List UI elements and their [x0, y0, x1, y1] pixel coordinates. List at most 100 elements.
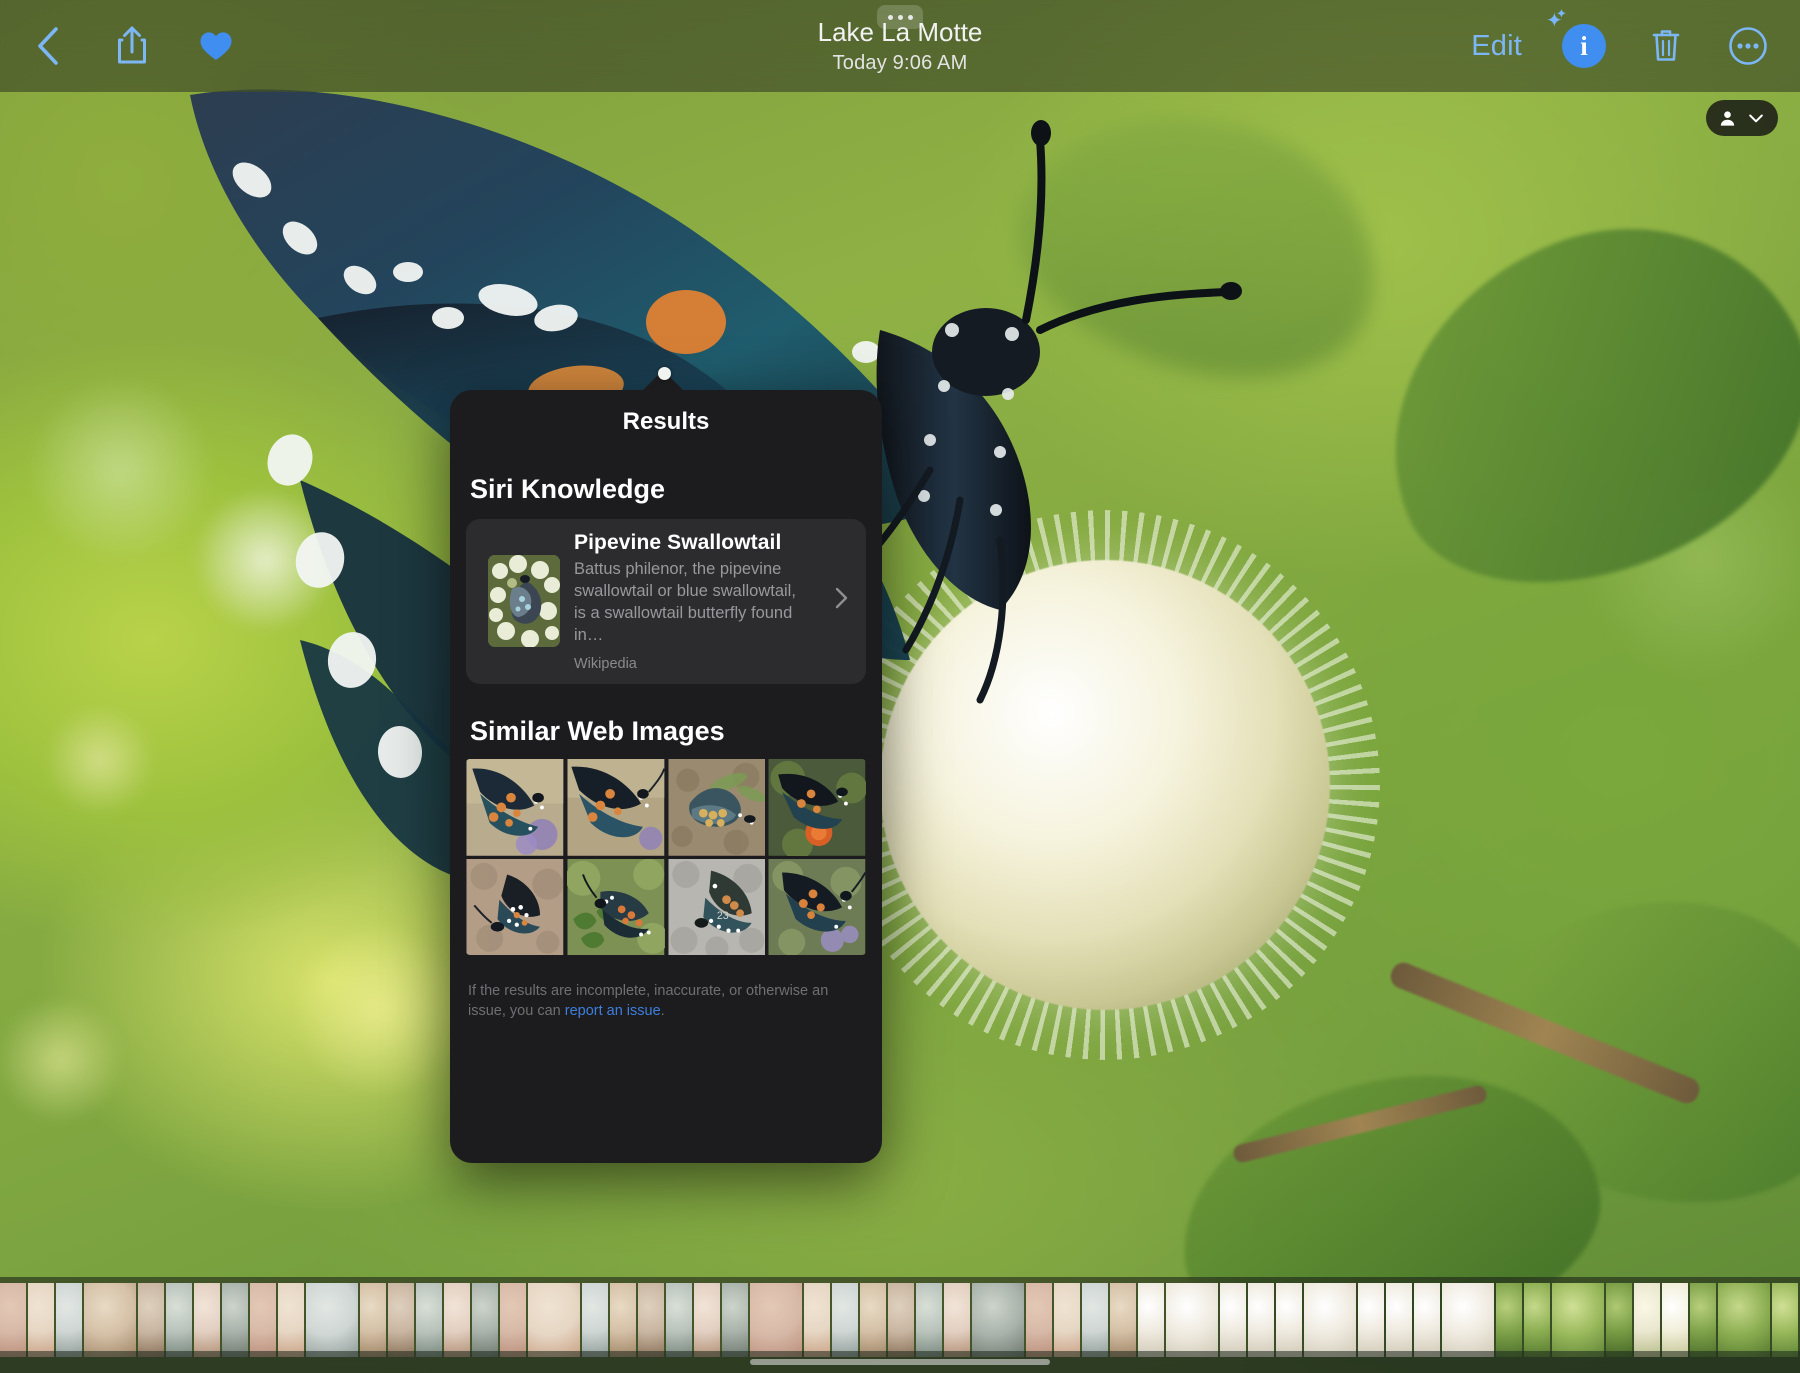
- sparkle-icon: ✦: [1556, 7, 1567, 20]
- filmstrip-thumbnail[interactable]: [250, 1283, 276, 1357]
- siri-knowledge-card[interactable]: Pipevine Swallowtail Battus philenor, th…: [466, 519, 866, 684]
- filmstrip-thumbnail[interactable]: [944, 1283, 970, 1357]
- knowledge-description: Battus philenor, the pipevine swallowtai…: [574, 559, 812, 647]
- butterfly-on-orange-flower: [768, 759, 866, 856]
- filmstrip-thumbnail[interactable]: [860, 1283, 886, 1357]
- visual-lookup-info-button[interactable]: ✦ ✦ i: [1558, 20, 1610, 72]
- disclaimer-text-after: .: [661, 1003, 665, 1019]
- siri-knowledge-text: Pipevine Swallowtail Battus philenor, th…: [574, 531, 817, 672]
- filmstrip-thumbnail[interactable]: [1662, 1283, 1688, 1357]
- filmstrip-thumbnail[interactable]: [1220, 1283, 1246, 1357]
- filmstrip-thumbnail[interactable]: [1552, 1283, 1604, 1357]
- similar-image-thumbnail[interactable]: [466, 859, 564, 956]
- filmstrip-thumbnail[interactable]: [1414, 1283, 1440, 1357]
- filmstrip-thumbnail[interactable]: [1276, 1283, 1302, 1357]
- report-an-issue-link[interactable]: report an issue: [565, 1003, 661, 1019]
- similar-image-thumbnail[interactable]: [668, 759, 766, 856]
- more-options-button[interactable]: [1722, 20, 1774, 72]
- filmstrip-thumbnail[interactable]: [1634, 1283, 1660, 1357]
- filmstrip-thumbnail[interactable]: [306, 1283, 358, 1357]
- window-drag-handle[interactable]: [877, 5, 923, 29]
- filmstrip-thumbnail[interactable]: [84, 1283, 136, 1357]
- similar-image-thumbnail[interactable]: [768, 859, 866, 956]
- similar-image-thumbnail[interactable]: [567, 759, 665, 856]
- filmstrip-thumbnail[interactable]: [138, 1283, 164, 1357]
- filmstrip-thumbnail[interactable]: [416, 1283, 442, 1357]
- filmstrip-thumbnail[interactable]: [1386, 1283, 1412, 1357]
- photo-datetime: Today 9:06 AM: [818, 52, 983, 76]
- similar-image-thumbnail[interactable]: [768, 759, 866, 856]
- filmstrip-thumbnail[interactable]: [444, 1283, 470, 1357]
- chevron-right-icon[interactable]: [831, 587, 858, 616]
- filmstrip-thumbnail[interactable]: [638, 1283, 664, 1357]
- filmstrip-thumbnail[interactable]: [1248, 1283, 1274, 1357]
- filmstrip-thumbnail[interactable]: [166, 1283, 192, 1357]
- similar-image-thumbnail[interactable]: 23: [668, 859, 766, 956]
- results-disclaimer: If the results are incomplete, inaccurat…: [468, 981, 838, 1021]
- toolbar-right-group: Edit ✦ ✦ i: [1465, 20, 1800, 72]
- filmstrip-thumbnail[interactable]: [472, 1283, 498, 1357]
- filmstrip-thumbnail[interactable]: [582, 1283, 608, 1357]
- delete-button[interactable]: [1640, 20, 1692, 72]
- filmstrip-thumbnail[interactable]: [1606, 1283, 1632, 1357]
- favorite-button[interactable]: [190, 20, 242, 72]
- heart-icon: [199, 30, 233, 62]
- visual-lookup-results-panel: Results Siri Knowledge: [450, 390, 882, 1163]
- filmstrip-thumbnail[interactable]: [528, 1283, 580, 1357]
- filmstrip-thumbnail[interactable]: [1524, 1283, 1550, 1357]
- similar-image-thumbnail[interactable]: [466, 759, 564, 856]
- filmstrip-thumbnail[interactable]: [1054, 1283, 1080, 1357]
- filmstrip-thumbnail[interactable]: [1772, 1283, 1798, 1357]
- filmstrip-thumbnail[interactable]: [694, 1283, 720, 1357]
- filmstrip-thumbnail[interactable]: [750, 1283, 802, 1357]
- info-badge: i: [1562, 24, 1606, 68]
- share-icon: [115, 25, 149, 67]
- filmstrip-thumbnail[interactable]: [0, 1283, 26, 1357]
- filmstrip-thumbnail[interactable]: [1026, 1283, 1052, 1357]
- filmstrip-thumbnail[interactable]: [360, 1283, 386, 1357]
- filmstrip-thumbnail[interactable]: [972, 1283, 1024, 1357]
- filmstrip-thumbnail[interactable]: [1138, 1283, 1164, 1357]
- photos-viewer-screen: Lake La Motte Today 9:06 AM Edit ✦ ✦ i: [0, 0, 1800, 1373]
- filmstrip-thumbnail[interactable]: [722, 1283, 748, 1357]
- filmstrip-thumbnail[interactable]: [1442, 1283, 1494, 1357]
- knowledge-title: Pipevine Swallowtail: [574, 531, 817, 555]
- trash-icon: [1651, 27, 1681, 65]
- butterfly-on-purple-flower: [466, 759, 564, 856]
- filmstrip-thumbnail[interactable]: [1358, 1283, 1384, 1357]
- filmstrip-thumbnail[interactable]: [1690, 1283, 1716, 1357]
- filmstrip-thumbnail[interactable]: [388, 1283, 414, 1357]
- back-button[interactable]: [22, 20, 74, 72]
- filmstrip-thumbnail[interactable]: [56, 1283, 82, 1357]
- drag-dot: [898, 15, 903, 20]
- share-button[interactable]: [106, 20, 158, 72]
- filmstrip-thumbnail[interactable]: [888, 1283, 914, 1357]
- butterfly-on-green-leaves: [567, 859, 665, 956]
- filmstrip-thumbnail[interactable]: [916, 1283, 942, 1357]
- filmstrip-thumbnail[interactable]: [1110, 1283, 1136, 1357]
- siri-knowledge-heading: Siri Knowledge: [450, 474, 882, 505]
- visual-lookup-anchor-dot: [658, 367, 671, 380]
- filmstrip-thumbnail[interactable]: [610, 1283, 636, 1357]
- filmstrip-thumbnail[interactable]: [1718, 1283, 1770, 1357]
- photo-canvas[interactable]: [0, 0, 1800, 1373]
- filmstrip-thumbnail[interactable]: [500, 1283, 526, 1357]
- filmstrip-thumbnail[interactable]: [666, 1283, 692, 1357]
- filmstrip-thumbnail[interactable]: [194, 1283, 220, 1357]
- similar-image-thumbnail[interactable]: [567, 859, 665, 956]
- filmstrip-thumbnail[interactable]: [804, 1283, 830, 1357]
- chevron-down-icon: [1746, 108, 1766, 128]
- butterfly-subject: [0, 0, 1800, 1373]
- filmstrip-thumbnail[interactable]: [1496, 1283, 1522, 1357]
- panel-title: Results: [450, 390, 882, 436]
- filmstrip-thumbnail[interactable]: [1304, 1283, 1356, 1357]
- edit-button[interactable]: Edit: [1465, 26, 1528, 67]
- filmstrip-thumbnail[interactable]: [1082, 1283, 1108, 1357]
- filmstrip-thumbnail[interactable]: [278, 1283, 304, 1357]
- people-badge[interactable]: [1706, 100, 1778, 136]
- filmstrip-thumbnail[interactable]: [1166, 1283, 1218, 1357]
- filmstrip-thumbnail[interactable]: [222, 1283, 248, 1357]
- filmstrip-thumbnail[interactable]: [832, 1283, 858, 1357]
- filmstrip-thumbnail[interactable]: [28, 1283, 54, 1357]
- ellipsis-circle-icon: [1728, 26, 1768, 66]
